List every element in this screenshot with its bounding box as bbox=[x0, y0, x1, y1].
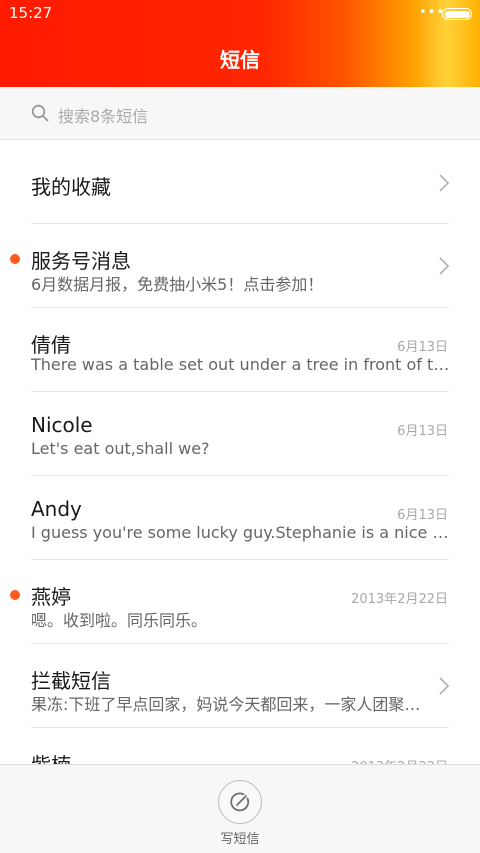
app-header: 15:27 ••• 短信 bbox=[0, 0, 480, 87]
unread-dot bbox=[10, 590, 20, 600]
conversation-name: 服务号消息 bbox=[31, 249, 131, 273]
conversation-preview: I guess you're some lucky guy.Stephanie … bbox=[31, 523, 451, 542]
conversation-list: 我的收藏 服务号消息 6月数据月报，免费抽小米5！点击参加！ 倩倩 6月13日 … bbox=[0, 140, 480, 764]
list-item-service-messages[interactable]: 服务号消息 6月数据月报，免费抽小米5！点击参加！ bbox=[0, 224, 480, 308]
conversation-preview: 嗯。收到啦。同乐同乐。 bbox=[31, 611, 208, 630]
conversation-date: 6月13日 bbox=[397, 424, 448, 439]
list-item-conversation[interactable]: 倩倩 6月13日 There was a table set out under… bbox=[0, 308, 480, 392]
search-icon bbox=[31, 104, 49, 122]
conversation-name: 拦截短信 bbox=[31, 669, 111, 693]
page-title: 短信 bbox=[220, 48, 260, 72]
conversation-preview: There was a table set out under a tree i… bbox=[31, 355, 451, 374]
list-item-conversation[interactable]: 燕婷 2013年2月22日 嗯。收到啦。同乐同乐。 bbox=[0, 560, 480, 644]
list-item-blocked-messages[interactable]: 拦截短信 果冻:下班了早点回家，妈说今天都回来，一家人团聚过节 bbox=[0, 644, 480, 728]
list-item-favorites[interactable]: 我的收藏 bbox=[0, 140, 480, 224]
conversation-preview: 6月数据月报，免费抽小米5！点击参加！ bbox=[31, 275, 324, 294]
conversation-date: 2013年2月22日 bbox=[351, 592, 448, 607]
conversation-date: 2013年2月22日 bbox=[351, 756, 448, 764]
list-item-conversation[interactable]: Andy 6月13日 I guess you're some lucky guy… bbox=[0, 476, 480, 560]
chevron-right-icon bbox=[439, 174, 450, 192]
chevron-right-icon bbox=[439, 257, 450, 275]
status-time: 15:27 bbox=[9, 4, 53, 22]
list-item-conversation[interactable]: 紫楠 2013年2月22日 bbox=[0, 728, 480, 764]
unread-dot bbox=[10, 254, 20, 264]
conversation-preview: 果冻:下班了早点回家，妈说今天都回来，一家人团聚过节 bbox=[31, 695, 427, 714]
compose-label: 写短信 bbox=[220, 832, 260, 847]
conversation-preview: Let's eat out,shall we? bbox=[31, 439, 210, 458]
conversation-name: 紫楠 bbox=[31, 749, 71, 764]
compose-icon bbox=[230, 792, 250, 812]
conversation-date: 6月13日 bbox=[397, 340, 448, 355]
conversation-name: Andy bbox=[31, 497, 82, 521]
battery-icon bbox=[442, 8, 472, 20]
conversation-date: 6月13日 bbox=[397, 508, 448, 523]
conversation-name: 倩倩 bbox=[31, 333, 71, 357]
bottom-bar: 写短信 bbox=[0, 764, 480, 853]
search-placeholder: 搜索8条短信 bbox=[58, 107, 149, 126]
search-input[interactable]: 搜索8条短信 bbox=[0, 87, 480, 140]
conversation-name: Nicole bbox=[31, 413, 93, 437]
compose-button[interactable] bbox=[218, 780, 262, 824]
list-item-conversation[interactable]: Nicole 6月13日 Let's eat out,shall we? bbox=[0, 392, 480, 476]
chevron-right-icon bbox=[439, 677, 450, 695]
conversation-name: 燕婷 bbox=[31, 585, 71, 609]
conversation-name: 我的收藏 bbox=[31, 175, 111, 199]
